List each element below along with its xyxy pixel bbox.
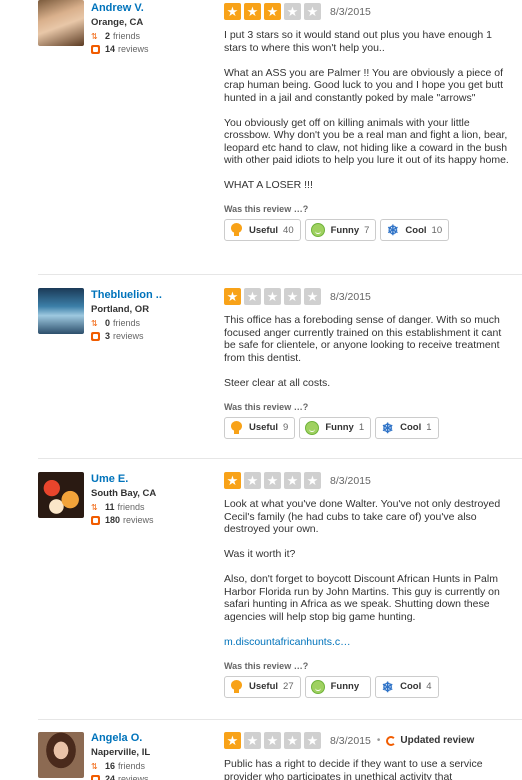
cool-button[interactable]: ❄ Cool 10 (380, 219, 450, 241)
snowflake-icon: ❄ (387, 222, 399, 238)
friends-icon: ⇅ (91, 31, 98, 41)
snowflake-icon: ❄ (381, 678, 394, 695)
external-link[interactable]: m.discountafricanhunts.c… (224, 636, 351, 648)
funny-button[interactable]: Funny 7 (304, 219, 377, 241)
star-icon (284, 3, 301, 20)
friends-icon: ⇅ (91, 502, 98, 512)
reviews-icon (91, 515, 100, 525)
star-icon (284, 288, 301, 305)
user-location: South Bay, CA (91, 488, 157, 499)
useful-button[interactable]: Useful 40 (224, 219, 301, 241)
review-text: This office has a foreboding sense of da… (224, 314, 502, 389)
user-location: Naperville, IL (91, 747, 151, 758)
divider (38, 719, 522, 720)
star-icon (304, 288, 321, 305)
star-icon (224, 732, 241, 749)
friend-count: ⇅ 0 friends (91, 318, 141, 328)
avatar[interactable] (38, 732, 84, 778)
star-icon (284, 472, 301, 489)
friend-count: ⇅ 16 friends (91, 761, 146, 771)
friend-count: ⇅ 2 friends (91, 31, 141, 41)
star-icon (224, 288, 241, 305)
star-icon (264, 472, 281, 489)
user-name-link[interactable]: Thebluelion .. (91, 289, 162, 302)
reviews-icon (91, 44, 100, 54)
avatar[interactable] (38, 472, 84, 518)
star-icon (224, 472, 241, 489)
user-location: Orange, CA (91, 17, 144, 28)
star-icon (264, 732, 281, 749)
review-text: I put 3 stars so it would stand out plus… (224, 29, 509, 191)
review-count: 14 reviews (91, 43, 149, 55)
star-icon (244, 3, 261, 20)
useful-button[interactable]: Useful 27 (224, 675, 301, 698)
review-date: 8/3/2015 (330, 734, 371, 747)
star-rating: 8/3/2015 •Updated review (224, 732, 514, 749)
reviews-icon (91, 331, 100, 341)
star-icon (224, 3, 241, 20)
funny-button[interactable]: Funny (304, 675, 372, 698)
star-icon (244, 732, 261, 749)
user-name-link[interactable]: Angela O. (91, 732, 150, 745)
reviews-icon (91, 774, 100, 780)
review-text: Look at what you've done Walter. You've … (224, 498, 501, 648)
star-icon (244, 288, 261, 305)
refresh-icon (386, 735, 397, 746)
user-location: Portland, OR (91, 304, 150, 315)
star-icon (264, 3, 281, 20)
review-count: 3 reviews (91, 330, 162, 342)
star-rating: 8/3/2015 (224, 288, 514, 305)
star-icon (304, 732, 321, 749)
lightbulb-icon (230, 679, 243, 694)
review-count: 24 reviews (91, 773, 150, 780)
smiley-icon (305, 420, 320, 435)
friend-count: ⇅ 11 friends (91, 502, 145, 512)
star-rating: 8/3/2015 (224, 3, 514, 20)
vote-prompt: Was this review …? (224, 401, 309, 412)
friends-icon: ⇅ (91, 761, 98, 771)
smiley-icon (310, 679, 325, 694)
review-count: 180 reviews (91, 514, 156, 526)
review-date: 8/3/2015 (330, 5, 371, 18)
review-date: 8/3/2015 (330, 290, 371, 303)
review-text: Public has a right to decide if they wan… (224, 758, 483, 780)
star-icon (284, 732, 301, 749)
star-rating: 8/3/2015 (224, 472, 514, 489)
avatar[interactable] (38, 0, 84, 46)
friends-icon: ⇅ (91, 318, 98, 328)
divider (38, 274, 522, 275)
star-icon (304, 472, 321, 489)
vote-prompt: Was this review …? (224, 660, 309, 671)
smiley-icon (310, 223, 325, 237)
avatar[interactable] (38, 288, 84, 334)
user-name-link[interactable]: Ume E. (91, 473, 156, 486)
funny-button[interactable]: Funny 1 (299, 416, 372, 439)
star-icon (304, 3, 321, 20)
star-icon (244, 472, 261, 489)
lightbulb-icon (230, 420, 243, 435)
snowflake-icon: ❄ (381, 419, 394, 436)
lightbulb-icon (230, 223, 243, 237)
user-name-link[interactable]: Andrew V. (91, 2, 149, 15)
useful-button[interactable]: Useful 9 (224, 416, 296, 439)
vote-prompt: Was this review …? (224, 204, 309, 214)
divider (38, 458, 522, 459)
review-date: 8/3/2015 (330, 474, 371, 487)
cool-button[interactable]: ❄ Cool 1 (375, 416, 439, 439)
updated-review-link[interactable]: • Updated review (377, 735, 474, 746)
star-icon (264, 288, 281, 305)
cool-button[interactable]: ❄ Cool 4 (375, 675, 439, 698)
